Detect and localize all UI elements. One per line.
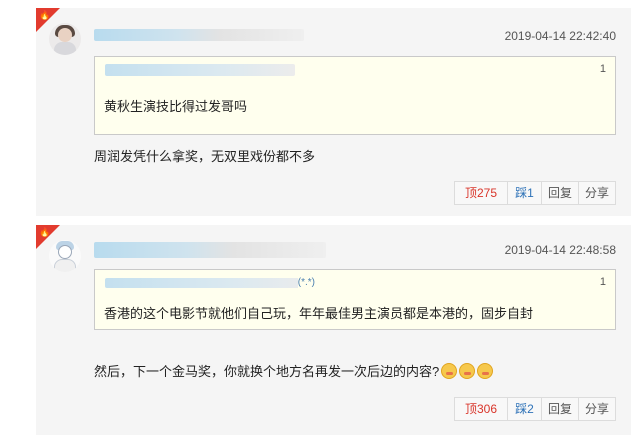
comment-content: 然后，下一个金马奖，你就换个地方名再发一次后边的内容? [94, 361, 494, 380]
upvote-button[interactable]: 顶275 [454, 181, 508, 205]
reply-button[interactable]: 回复 [541, 397, 579, 421]
avatar[interactable] [49, 240, 81, 272]
comment-actions: 顶306 踩2 回复 分享 [454, 397, 616, 421]
comment-item: 🔥 2019-04-14 22:48:58 (*.*) 1 香港的这个电影节就他… [36, 225, 631, 435]
comment-timestamp: 2019-04-14 22:48:58 [504, 243, 616, 257]
quote-floor-number: 1 [599, 276, 606, 288]
quote-floor-number: 1 [599, 63, 606, 75]
quote-text: 黄秋生演技比得过发哥吗 [104, 99, 248, 114]
username[interactable]: 1 [94, 29, 304, 41]
comment-actions: 顶275 踩1 回复 分享 [454, 181, 616, 205]
quoted-comment: (*.*) 1 香港的这个电影节就他们自己玩，年年最佳男主演员都是本港的，固步自… [94, 269, 616, 330]
quote-text: 香港的这个电影节就他们自己玩，年年最佳男主演员都是本港的，固步自封 [104, 306, 534, 321]
avatar[interactable] [49, 23, 81, 55]
comment-content: 周润发凭什么拿奖，无双里戏份都不多 [94, 149, 316, 164]
comment-timestamp: 2019-04-14 22:42:40 [504, 29, 616, 43]
flame-icon: 🔥 [39, 10, 51, 20]
upvote-button[interactable]: 顶306 [454, 397, 508, 421]
comment-item: 🔥 1 2019-04-14 22:42:40 1 黄秋生演技比得过发哥吗 周润… [36, 8, 631, 216]
username[interactable] [94, 242, 326, 258]
reply-button[interactable]: 回复 [541, 181, 579, 205]
share-button[interactable]: 分享 [578, 397, 616, 421]
laugh-emoji-icon [477, 363, 494, 379]
share-button[interactable]: 分享 [578, 181, 616, 205]
downvote-button[interactable]: 踩1 [507, 181, 542, 205]
comment-content-text: 然后，下一个金马奖，你就换个地方名再发一次后边的内容? [94, 364, 440, 379]
quote-author[interactable] [105, 64, 295, 76]
laugh-emoji-icon [459, 363, 476, 379]
laugh-emoji-icon [441, 363, 458, 379]
flame-icon: 🔥 [39, 227, 51, 237]
downvote-button[interactable]: 踩2 [507, 397, 542, 421]
quote-author[interactable]: (*.*) [105, 277, 315, 288]
quoted-comment: 1 黄秋生演技比得过发哥吗 [94, 56, 616, 135]
